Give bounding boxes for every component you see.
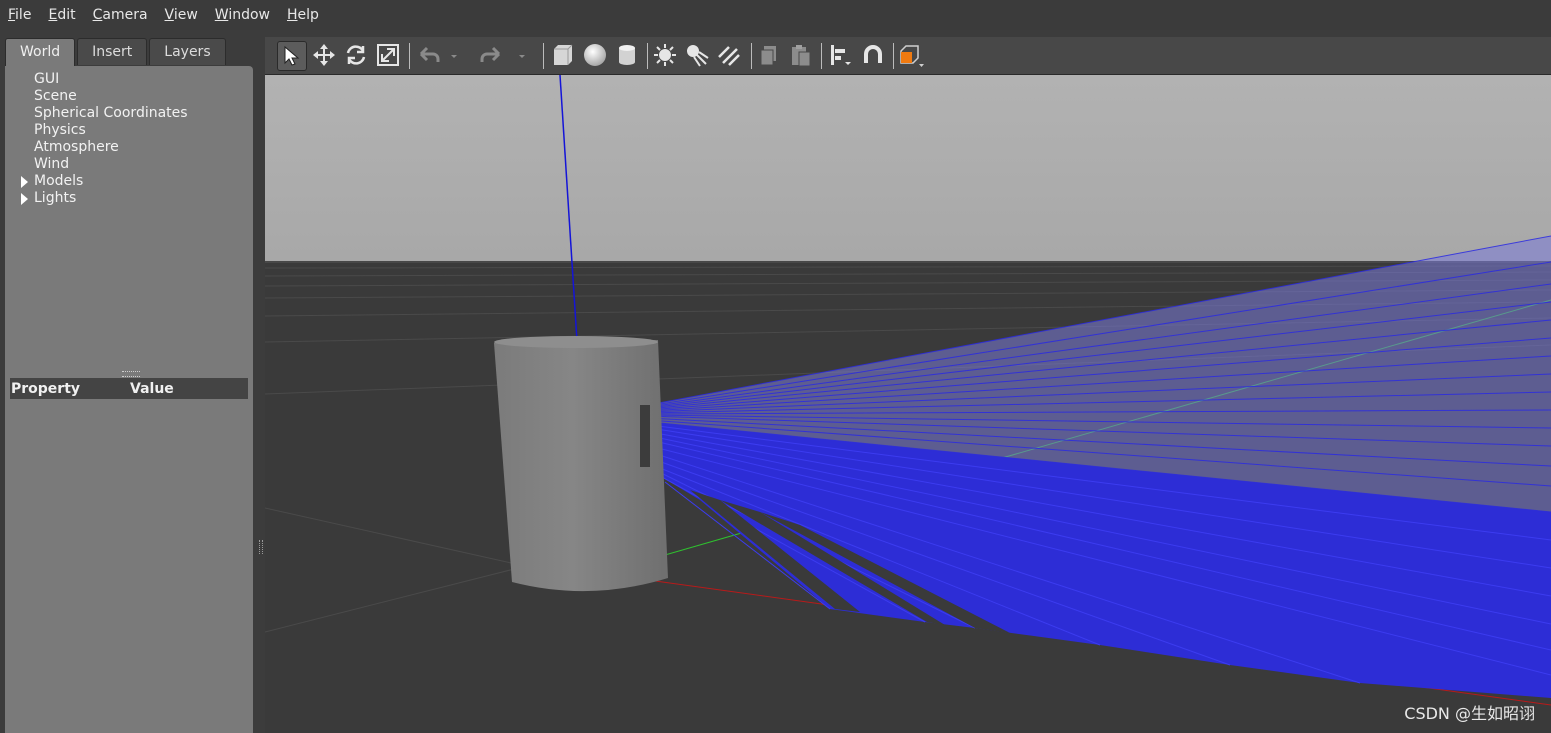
tab-insert[interactable]: Insert [77,38,148,65]
translate-icon[interactable] [310,41,338,69]
tree-item-label: Lights [34,190,77,206]
menu-help[interactable]: Help [279,7,328,23]
view-angle-icon[interactable] [897,41,925,69]
align-icon[interactable] [827,41,855,69]
tab-world[interactable]: World [5,38,76,67]
tree-item-atmosphere[interactable]: Atmosphere [5,139,253,156]
world-panel: GUI Scene Spherical Coordinates Physics … [5,66,253,733]
panel-tabs: World Insert Layers [5,38,228,67]
select-arrow-icon[interactable] [277,41,307,71]
menu-view[interactable]: View [157,7,207,23]
toolbar [265,37,1551,75]
left-panel: World Insert Layers GUI Scene Spherical … [0,30,263,733]
toolbar-separator [751,43,752,69]
undo-icon[interactable] [415,41,443,69]
panel-resize-handle[interactable] [259,540,263,554]
scale-icon[interactable] [374,41,402,69]
scene-viewport[interactable]: CSDN @生如昭诩 [265,75,1551,733]
tree-item-models[interactable]: Models [5,173,253,190]
sphere-icon[interactable] [581,41,609,69]
spot-light-icon[interactable] [683,41,711,69]
tree-item-gui[interactable]: GUI [5,71,253,88]
redo-dropdown-icon[interactable] [515,41,529,69]
menu-camera[interactable]: Camera [85,7,157,23]
menu-edit[interactable]: Edit [40,7,84,23]
tree-item-lights[interactable]: Lights [5,190,253,207]
snap-magnet-icon[interactable] [859,41,887,69]
tree-item-label: Models [34,173,84,189]
tree-item-physics[interactable]: Physics [5,122,253,139]
property-table-header: Property Value [10,378,248,399]
watermark-text: CSDN @生如昭诩 [1404,704,1535,723]
paste-icon[interactable] [787,41,815,69]
menu-file[interactable]: File [0,7,40,23]
toolbar-separator [893,43,894,69]
cylinder-icon[interactable] [613,41,641,69]
copy-icon[interactable] [755,41,783,69]
tree-item-spherical-coordinates[interactable]: Spherical Coordinates [5,105,253,122]
redo-icon[interactable] [477,41,505,69]
toolbar-separator [647,43,648,69]
scene-render [265,75,1551,733]
menu-bar: File Edit Camera View Window Help [0,0,1551,30]
column-value: Value [130,380,174,397]
box-icon[interactable] [549,41,577,69]
expand-arrow-icon[interactable] [21,193,28,205]
toolbar-separator [543,43,544,69]
undo-dropdown-icon[interactable] [447,41,461,69]
menu-window[interactable]: Window [207,7,279,23]
expand-arrow-icon[interactable] [21,176,28,188]
sky-background [265,75,1551,261]
cylinder-model [494,336,668,592]
world-tree: GUI Scene Spherical Coordinates Physics … [5,71,253,207]
column-property: Property [11,380,81,397]
splitter-handle[interactable] [122,371,140,377]
directional-light-icon[interactable] [715,41,743,69]
point-light-icon[interactable] [651,41,679,69]
tab-layers[interactable]: Layers [149,38,226,65]
toolbar-separator [821,43,822,69]
rotate-icon[interactable] [342,41,370,69]
tree-item-wind[interactable]: Wind [5,156,253,173]
toolbar-separator [409,43,410,69]
tree-item-scene[interactable]: Scene [5,88,253,105]
